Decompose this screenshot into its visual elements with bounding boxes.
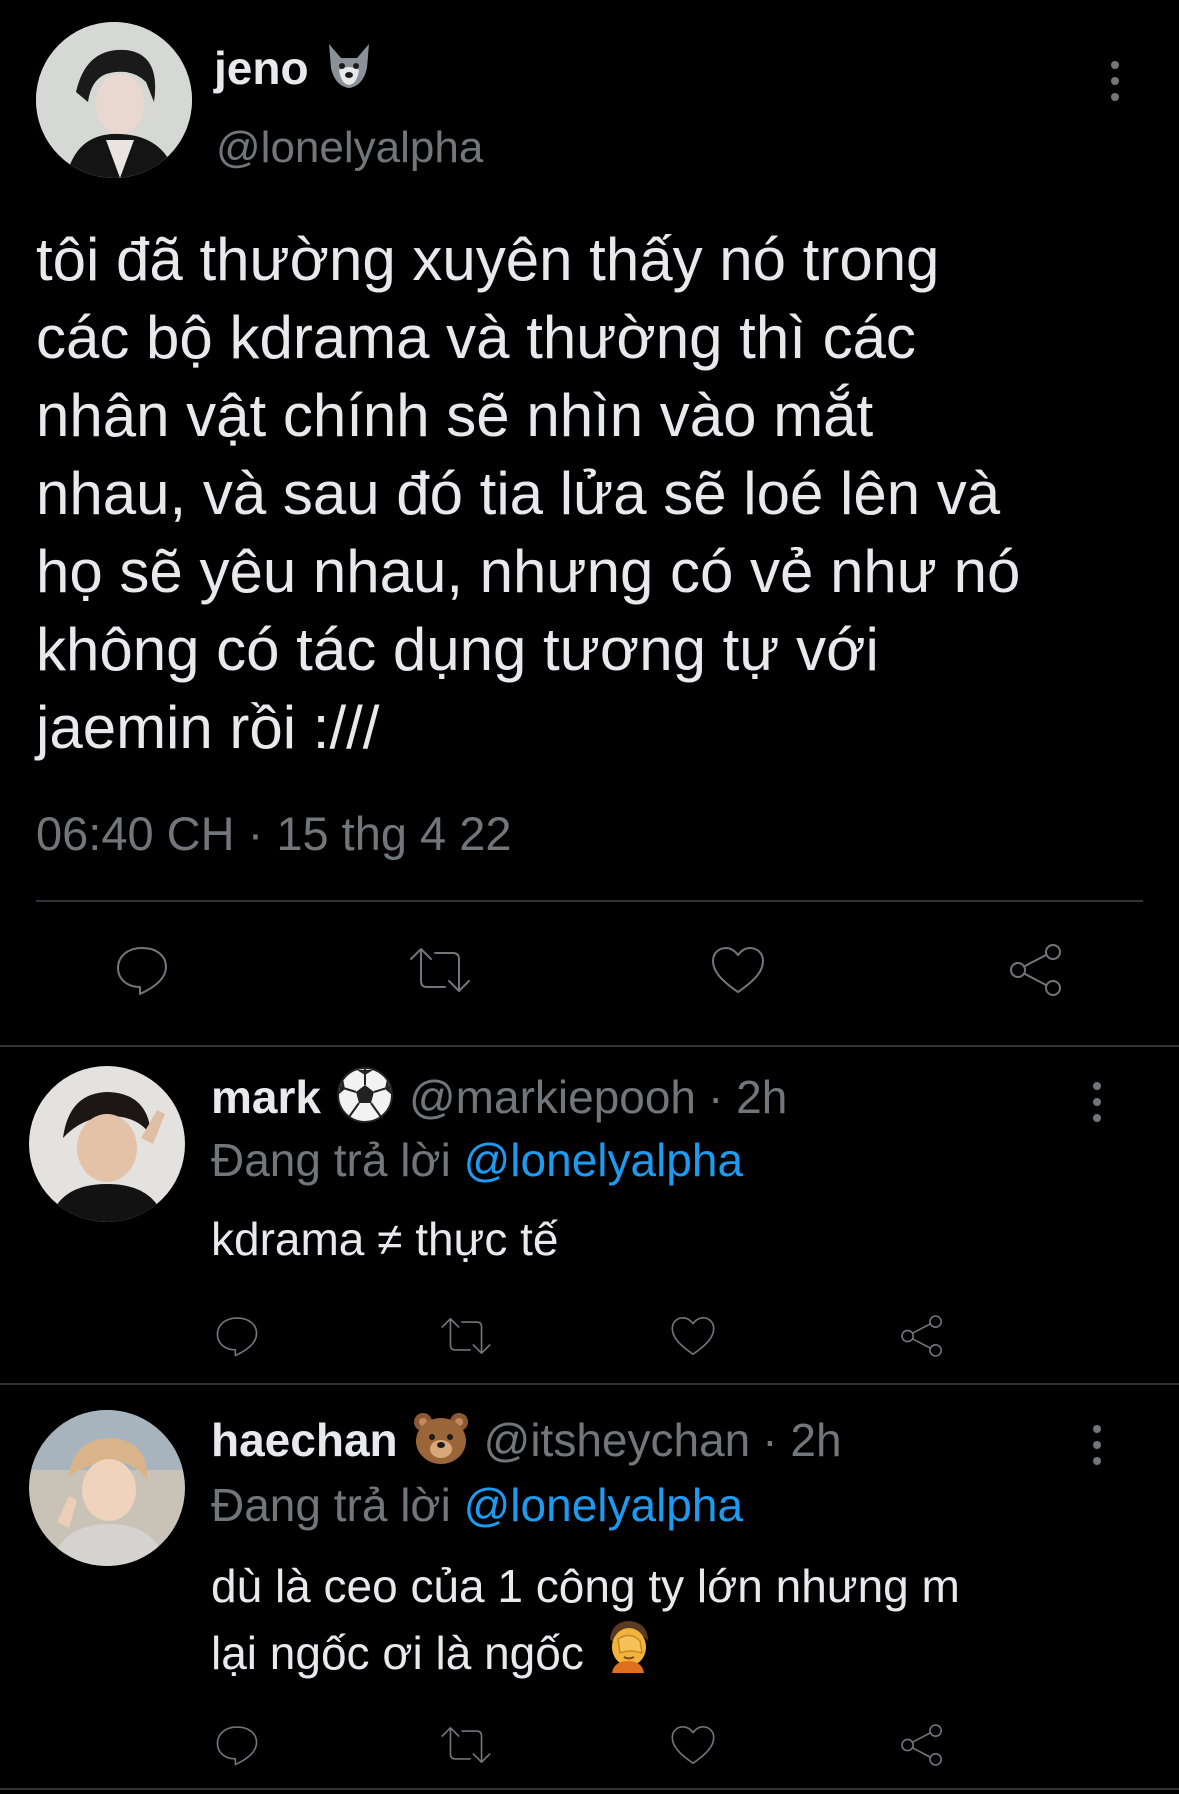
retweet-button[interactable] — [436, 1719, 496, 1771]
section-divider — [0, 1788, 1179, 1790]
tweet-timestamp[interactable]: 06:40 CH · 15 thg 4 22 — [36, 806, 512, 862]
retweet-icon — [410, 948, 470, 992]
reply-header: mark @markiepooh · 2h — [211, 1066, 787, 1126]
more-options-icon[interactable] — [1085, 1425, 1109, 1465]
reply-text-line: lại ngốc ơi là ngốc — [211, 1626, 584, 1679]
reply-icon — [216, 1317, 258, 1357]
tweet-text-line: nhau, và sau đó tia lửa sẽ loé lên và — [36, 460, 1001, 527]
replying-to-line: Đang trả lời @lonelyalpha — [211, 1132, 743, 1188]
tweet-text-line: họ sẽ yêu nhau, nhưng có vẻ như nó — [36, 538, 1021, 605]
share-icon — [901, 1315, 942, 1357]
bear-face-emoji — [412, 1410, 470, 1471]
more-options-icon[interactable] — [1103, 61, 1127, 101]
reply-time[interactable]: · 2h — [762, 1413, 841, 1467]
tweet-text: tôi đã thường xuyên thấy nó trong các bộ… — [36, 221, 1020, 767]
tweet-text-line: nhân vật chính sẽ nhìn vào mắt — [36, 382, 874, 449]
author-handle[interactable]: @itsheychan — [484, 1413, 751, 1467]
soccer-ball-emoji — [335, 1065, 395, 1130]
divider — [36, 900, 1143, 902]
reply-text: dù là ceo của 1 công ty lớn nhưng m lại … — [211, 1555, 960, 1688]
reply-text-line: kdrama ≠ thực tế — [211, 1213, 559, 1265]
like-button[interactable] — [666, 1310, 720, 1362]
avatar[interactable] — [29, 1410, 185, 1566]
share-button[interactable] — [895, 1717, 949, 1773]
section-divider — [0, 1045, 1179, 1047]
tweet-text-line: tôi đã thường xuyên thấy nó trong — [36, 226, 940, 293]
retweet-icon — [441, 1727, 491, 1763]
avatar-photo — [36, 22, 192, 178]
replying-to-link[interactable]: @lonelyalpha — [464, 1479, 743, 1531]
author-handle[interactable]: @lonelyalpha — [216, 122, 483, 174]
replying-prefix: Đang trả lời — [211, 1134, 451, 1186]
share-button[interactable] — [895, 1308, 949, 1364]
avatar[interactable] — [36, 22, 192, 178]
retweet-icon — [441, 1318, 491, 1354]
reply-button[interactable] — [210, 1719, 264, 1771]
author-name[interactable]: mark — [211, 1070, 321, 1124]
retweet-button[interactable] — [436, 1310, 496, 1362]
share-button[interactable] — [998, 940, 1074, 1000]
share-icon — [901, 1724, 942, 1766]
section-divider — [0, 1383, 1179, 1385]
replying-prefix: Đang trả lời — [211, 1479, 451, 1531]
like-button[interactable] — [666, 1719, 720, 1771]
reply-button[interactable] — [104, 940, 180, 1000]
reply-time[interactable]: · 2h — [708, 1070, 787, 1124]
reply-header: haechan @itsheychan · 2h — [211, 1411, 842, 1469]
author-name[interactable]: jeno — [214, 40, 309, 96]
reply-button[interactable] — [210, 1310, 264, 1362]
author-handle[interactable]: @markiepooh — [409, 1070, 696, 1124]
reply-text-line: dù là ceo của 1 công ty lớn nhưng m — [211, 1560, 960, 1612]
like-icon — [671, 1725, 715, 1765]
tweet-text-line: không có tác dụng tương tự với — [36, 616, 879, 683]
reply-icon — [117, 947, 167, 995]
author-name[interactable]: haechan — [211, 1413, 398, 1467]
tweet-text-line: các bộ kdrama và thường thì các — [36, 304, 916, 371]
reply-text-line-with-emoji: lại ngốc ơi là ngốc — [211, 1617, 960, 1688]
author-line: jeno — [214, 40, 375, 96]
like-icon — [712, 947, 764, 993]
more-options-icon[interactable] — [1085, 1082, 1109, 1122]
retweet-button[interactable] — [402, 940, 478, 1000]
reply-icon — [216, 1726, 258, 1766]
avatar-photo — [29, 1410, 185, 1566]
like-button[interactable] — [700, 940, 776, 1000]
like-icon — [671, 1316, 715, 1356]
tweet-text-line: jaemin rồi :/// — [36, 694, 380, 761]
replying-to-line: Đang trả lời @lonelyalpha — [211, 1477, 743, 1533]
reply-text: kdrama ≠ thực tế — [211, 1208, 559, 1270]
wolf-emoji — [323, 42, 375, 95]
replying-to-link[interactable]: @lonelyalpha — [464, 1134, 743, 1186]
avatar[interactable] — [29, 1066, 185, 1222]
avatar-photo — [29, 1066, 185, 1222]
share-icon — [1010, 944, 1061, 996]
facepalm-emoji — [600, 1617, 656, 1688]
